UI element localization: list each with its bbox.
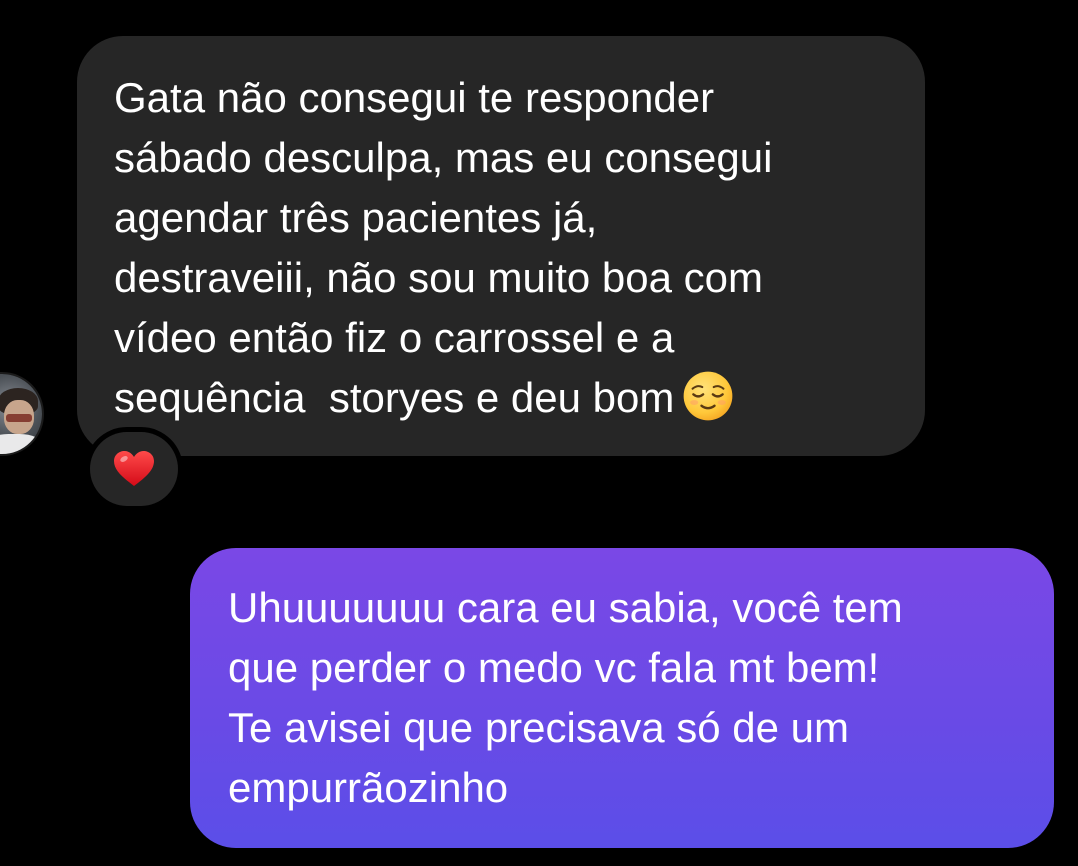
avatar-shirt — [0, 434, 42, 454]
sent-message-line: que perder o medo vc fala mt bem! — [228, 644, 880, 691]
received-message-line: vídeo então fiz o carrossel e a — [114, 314, 675, 361]
received-message-line: Gata não consegui te responder — [114, 74, 715, 121]
relieved-face-icon — [683, 371, 733, 421]
red-heart-icon — [114, 451, 154, 486]
avatar-glasses — [6, 414, 32, 422]
received-message-line: sequência storyes e deu bom — [114, 374, 675, 421]
received-message-line: destraveiii, não sou muito boa com — [114, 254, 764, 301]
sender-avatar[interactable] — [0, 374, 42, 454]
received-message-line: sábado desculpa, mas eu consegui — [114, 134, 773, 181]
received-message-bubble[interactable]: Gata não consegui te responder sábado de… — [77, 36, 925, 456]
message-thread: Gata não consegui te responder sábado de… — [0, 0, 1078, 866]
received-message-last-line: sequência storyes e deu bom — [114, 368, 895, 428]
sent-message-line: Uhuuuuuuu cara eu sabia, você tem — [228, 584, 903, 631]
received-message-line: agendar três pacientes já, — [114, 194, 598, 241]
sent-message-line: empurrãozinho — [228, 764, 509, 811]
sent-message-bubble[interactable]: Uhuuuuuuu cara eu sabia, você tem que pe… — [190, 548, 1054, 848]
message-reaction[interactable] — [90, 432, 178, 506]
sent-message-line: Te avisei que precisava só de um — [228, 704, 849, 751]
